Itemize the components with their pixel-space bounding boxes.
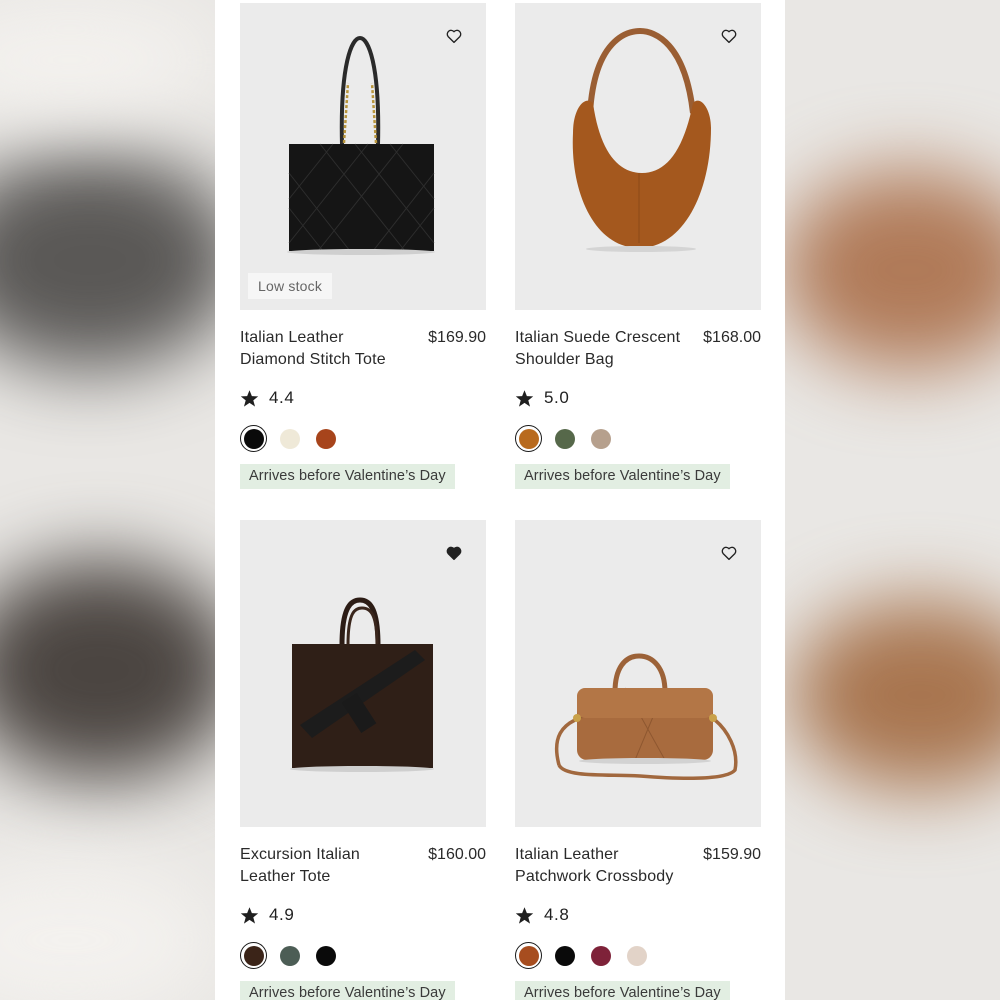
color-swatch-black[interactable] — [240, 425, 267, 452]
color-swatch-cognac[interactable] — [515, 942, 542, 969]
color-swatch-brown[interactable] — [240, 942, 267, 969]
heart-outline-icon[interactable] — [720, 544, 738, 562]
color-swatch-slate[interactable] — [276, 942, 303, 969]
heart-filled-icon[interactable] — [445, 544, 463, 562]
patchwork-crossbody-image — [554, 653, 738, 781]
color-swatch-burgundy[interactable] — [587, 942, 614, 969]
color-swatches — [240, 942, 486, 969]
color-swatch-black[interactable] — [312, 942, 339, 969]
star-icon — [515, 389, 534, 407]
product-price: $169.90 — [428, 329, 486, 346]
product-price: $168.00 — [703, 329, 761, 346]
black-diamond-tote-image — [287, 35, 435, 255]
rating-value: 4.9 — [269, 905, 295, 924]
delivery-badge: Arrives before Valentine’s Day — [240, 464, 455, 489]
color-swatch-tan[interactable] — [515, 425, 542, 452]
delivery-badge: Arrives before Valentine’s Day — [240, 981, 455, 1000]
heart-outline-icon[interactable] — [720, 27, 738, 45]
color-swatches — [240, 425, 486, 452]
product-name[interactable]: Italian Suede Crescent Shoulder Bag — [515, 327, 687, 370]
color-swatch-olive[interactable] — [551, 425, 578, 452]
product-image[interactable] — [515, 3, 761, 310]
product-rating: 4.4 — [240, 385, 486, 411]
suede-crescent-bag-image — [572, 27, 711, 252]
product-rating: 5.0 — [515, 385, 761, 411]
delivery-badge: Arrives before Valentine’s Day — [515, 464, 730, 489]
rating-value: 4.8 — [544, 905, 570, 924]
product-name[interactable]: Excursion Italian Leather Tote — [240, 844, 412, 887]
rating-value: 5.0 — [544, 388, 570, 407]
product-rating: 4.9 — [240, 902, 486, 928]
product-price: $160.00 — [428, 846, 486, 863]
color-swatch-cream[interactable] — [276, 425, 303, 452]
color-swatches — [515, 942, 761, 969]
heart-outline-icon[interactable] — [445, 27, 463, 45]
product-image[interactable] — [515, 520, 761, 827]
product-card[interactable]: Excursion Italian Leather Tote $160.00 4… — [240, 520, 486, 1000]
color-swatch-cognac[interactable] — [312, 425, 339, 452]
product-grid-panel: Low stock Italian Leather Diamond Stitch… — [215, 0, 785, 1000]
product-card[interactable]: Italian Suede Crescent Shoulder Bag $168… — [515, 3, 761, 489]
brown-excursion-tote-image — [290, 597, 434, 772]
product-rating: 4.8 — [515, 902, 761, 928]
rating-value: 4.4 — [269, 388, 295, 407]
star-icon — [240, 389, 259, 407]
product-image[interactable] — [240, 520, 486, 827]
product-image[interactable]: Low stock — [240, 3, 486, 310]
color-swatch-black[interactable] — [551, 942, 578, 969]
delivery-badge: Arrives before Valentine’s Day — [515, 981, 730, 1000]
color-swatches — [515, 425, 761, 452]
star-icon — [240, 906, 259, 924]
product-card[interactable]: Low stock Italian Leather Diamond Stitch… — [240, 3, 486, 489]
low-stock-badge: Low stock — [248, 273, 333, 299]
product-name[interactable]: Italian Leather Diamond Stitch Tote — [240, 327, 412, 370]
star-icon — [515, 906, 534, 924]
product-price: $159.90 — [703, 846, 761, 863]
product-name[interactable]: Italian Leather Patchwork Crossbody — [515, 844, 687, 887]
color-swatch-blush[interactable] — [623, 942, 650, 969]
product-card[interactable]: Italian Leather Patchwork Crossbody $159… — [515, 520, 761, 1000]
color-swatch-taupe[interactable] — [587, 425, 614, 452]
